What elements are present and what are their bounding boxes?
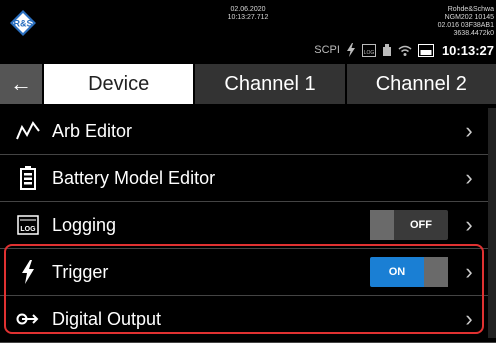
device-vendor: Rohde&Schwa [447, 6, 494, 13]
clock: 10:13:27 [441, 42, 494, 58]
menu-item-label: Battery Model Editor [52, 167, 216, 188]
device-model: NGM202 10145 [444, 14, 494, 21]
status-bar: R&S 02.06.2020 10:13:27.712 Rohde&Schwa … [0, 0, 496, 62]
device-firmware: 02.016 03F38AB1 [437, 22, 494, 29]
tab-bar: ← Device Channel 1 Channel 2 [0, 64, 496, 104]
menu-item-logging[interactable]: LOG Logging OFF › [0, 202, 496, 249]
svg-text:LOG: LOG [364, 50, 375, 56]
arrow-left-icon: ← [10, 71, 32, 96]
menu-item-label: Trigger [52, 261, 109, 282]
usb-storage-icon [382, 44, 391, 56]
trigger-toggle[interactable]: ON [370, 257, 448, 287]
menu-item-trigger[interactable]: Trigger ON › [0, 249, 496, 296]
chevron-right-icon: › [465, 212, 473, 237]
toggle-state: ON [388, 266, 406, 278]
chevron-right-icon: › [465, 259, 473, 284]
scrollbar[interactable] [488, 108, 496, 338]
network-icon [417, 43, 434, 57]
logging-toggle[interactable]: OFF [370, 210, 448, 240]
menu-item-label: Digital Output [52, 308, 162, 329]
digital-output-icon [16, 307, 40, 331]
tab-device[interactable]: Device [42, 64, 194, 104]
tab-label: Channel 2 [375, 72, 467, 95]
menu-item-label: Arb Editor [52, 120, 133, 141]
scpi-label: SCPI [314, 44, 340, 56]
wifi-icon [398, 45, 412, 56]
logging-icon: LOG [16, 213, 40, 237]
chevron-right-icon: › [465, 306, 473, 331]
device-info: Rohde&Schwa NGM202 10145 02.016 03F38AB1… [374, 6, 494, 38]
logging-status-icon: LOG [361, 43, 376, 57]
chevron-right-icon: › [465, 118, 473, 143]
menu-item-battery-model-editor[interactable]: Battery Model Editor › [0, 155, 496, 202]
toggle-knob [424, 257, 448, 287]
trigger-status-icon [346, 43, 355, 57]
tab-channel-1[interactable]: Channel 1 [193, 64, 345, 104]
menu-list: Arb Editor › Battery Model Editor › LOG … [0, 108, 496, 343]
tab-channel-2[interactable]: Channel 2 [344, 64, 496, 104]
waveform-icon [16, 119, 40, 143]
toggle-state: OFF [410, 219, 432, 231]
menu-item-arb-editor[interactable]: Arb Editor › [0, 108, 496, 155]
menu-item-digital-output[interactable]: Digital Output › [0, 296, 496, 343]
tab-label: Device [88, 72, 150, 95]
svg-text:LOG: LOG [20, 226, 36, 233]
lightning-icon [16, 260, 40, 284]
status-icons: SCPI LOG 10:13:27 [314, 42, 494, 58]
menu-item-label: Logging [52, 214, 117, 235]
chevron-right-icon: › [465, 165, 473, 190]
toggle-knob [370, 210, 394, 240]
device-serial: 3638.4472k0 [453, 30, 494, 37]
battery-icon [16, 166, 40, 190]
back-button[interactable]: ← [0, 64, 42, 104]
tab-label: Channel 1 [224, 72, 316, 95]
